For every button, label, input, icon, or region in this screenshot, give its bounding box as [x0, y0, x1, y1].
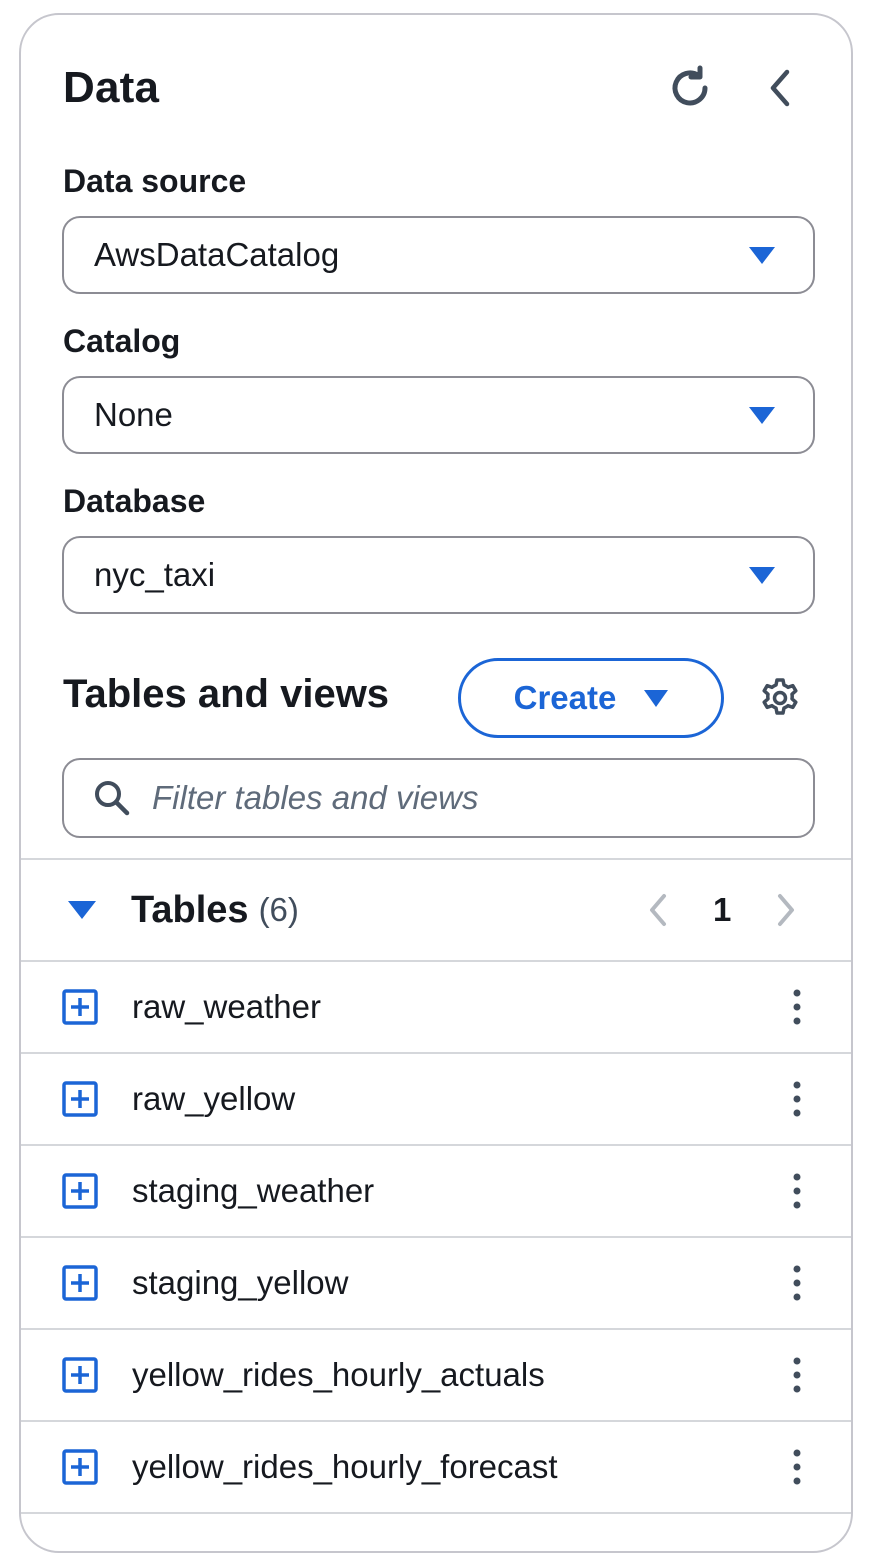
table-row[interactable]: raw_yellow: [21, 1054, 851, 1144]
chevron-right-icon: [778, 894, 795, 926]
table-name: yellow_rides_hourly_actuals: [132, 1356, 545, 1393]
expand-table-icon[interactable]: [62, 1173, 98, 1209]
expand-table-icon[interactable]: [62, 989, 98, 1025]
catalog-label: Catalog: [63, 323, 181, 359]
refresh-button[interactable]: [661, 59, 719, 117]
table-row[interactable]: staging_weather: [21, 1146, 851, 1236]
collapse-panel-button[interactable]: [759, 59, 801, 117]
create-button-label: Create: [513, 679, 617, 716]
expand-table-icon[interactable]: [62, 1265, 98, 1301]
table-name: raw_yellow: [132, 1080, 296, 1117]
more-options-icon[interactable]: [777, 1161, 817, 1221]
more-options-icon[interactable]: [777, 1253, 817, 1313]
tables-count: (6): [258, 891, 299, 928]
more-options-icon[interactable]: [777, 977, 817, 1037]
caret-down-icon: [749, 406, 775, 424]
caret-down-icon: [749, 566, 775, 584]
database-select[interactable]: nyc_taxi: [62, 536, 815, 614]
expand-table-icon[interactable]: [62, 1081, 98, 1117]
refresh-icon: [672, 65, 708, 106]
data-source-label: Data source: [63, 163, 247, 199]
more-options-icon[interactable]: [777, 1345, 817, 1405]
caret-down-icon: [749, 246, 775, 264]
data-source-select[interactable]: AwsDataCatalog: [62, 216, 815, 294]
tables-group-header: Tables (6) 1: [21, 860, 851, 960]
table-row[interactable]: staging_yellow: [21, 1238, 851, 1328]
chevron-left-icon: [650, 894, 666, 926]
catalog-value: None: [94, 396, 173, 433]
table-row[interactable]: raw_weather: [21, 962, 851, 1052]
data-source-value: AwsDataCatalog: [94, 236, 340, 273]
table-name: staging_yellow: [132, 1264, 349, 1301]
expand-table-icon[interactable]: [62, 1449, 98, 1485]
caret-down-icon: [644, 689, 669, 707]
pagination: 1: [643, 888, 801, 932]
data-panel: Data Data source AwsDataCatalog Catalog …: [19, 13, 853, 1553]
database-value: nyc_taxi: [94, 556, 216, 593]
tables-group-label: Tables: [131, 888, 249, 931]
next-page-button[interactable]: [771, 888, 801, 932]
table-name: staging_weather: [132, 1172, 375, 1209]
expand-table-icon[interactable]: [62, 1357, 98, 1393]
catalog-select[interactable]: None: [62, 376, 815, 454]
gear-icon: [762, 678, 798, 715]
create-button[interactable]: Create: [458, 658, 724, 738]
table-name: raw_weather: [132, 988, 321, 1025]
previous-page-button[interactable]: [643, 888, 673, 932]
filter-tables-search[interactable]: [62, 758, 815, 838]
table-name: yellow_rides_hourly_forecast: [132, 1448, 558, 1485]
divider: [21, 1512, 851, 1514]
settings-button[interactable]: [755, 673, 805, 723]
expand-caret-icon[interactable]: [68, 901, 96, 919]
panel-title: Data: [63, 63, 160, 112]
more-options-icon[interactable]: [777, 1437, 817, 1497]
tables-and-views-title: Tables and views: [63, 672, 390, 716]
database-label: Database: [63, 483, 206, 519]
chevron-left-icon: [770, 69, 790, 107]
search-icon: [95, 781, 130, 816]
more-options-icon[interactable]: [777, 1069, 817, 1129]
table-row[interactable]: yellow_rides_hourly_forecast: [21, 1422, 851, 1512]
current-page-number[interactable]: 1: [713, 891, 731, 929]
filter-tables-input[interactable]: [150, 778, 774, 818]
table-row[interactable]: yellow_rides_hourly_actuals: [21, 1330, 851, 1420]
